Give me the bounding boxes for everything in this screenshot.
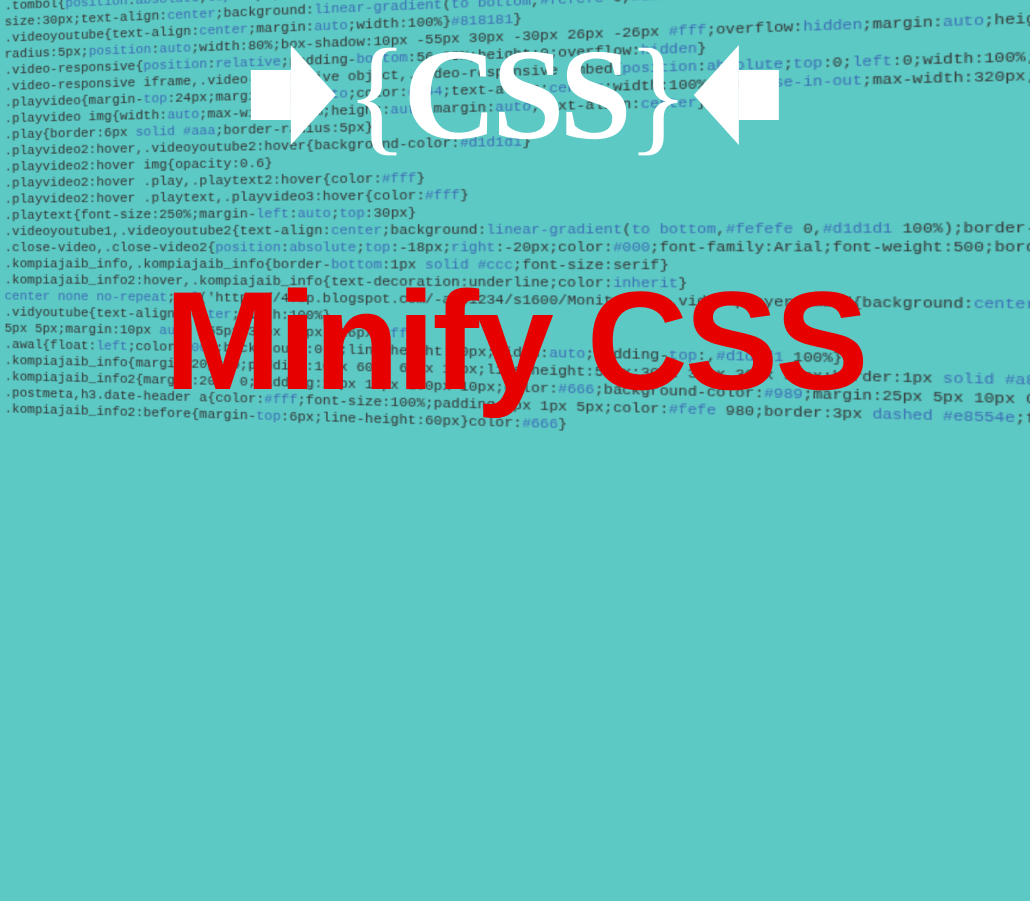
css-logo-text: {CSS} — [346, 30, 684, 160]
css-label: CSS — [403, 23, 626, 167]
arrow-left-icon — [694, 45, 779, 145]
css-logo: {CSS} — [251, 30, 779, 160]
main-title: Minify CSS — [164, 260, 865, 422]
brace-open: { — [346, 23, 403, 167]
arrow-right-icon — [251, 45, 336, 145]
code-line: .close-video,.close-video2{position:abso… — [5, 238, 1030, 258]
brace-close: } — [627, 23, 684, 167]
